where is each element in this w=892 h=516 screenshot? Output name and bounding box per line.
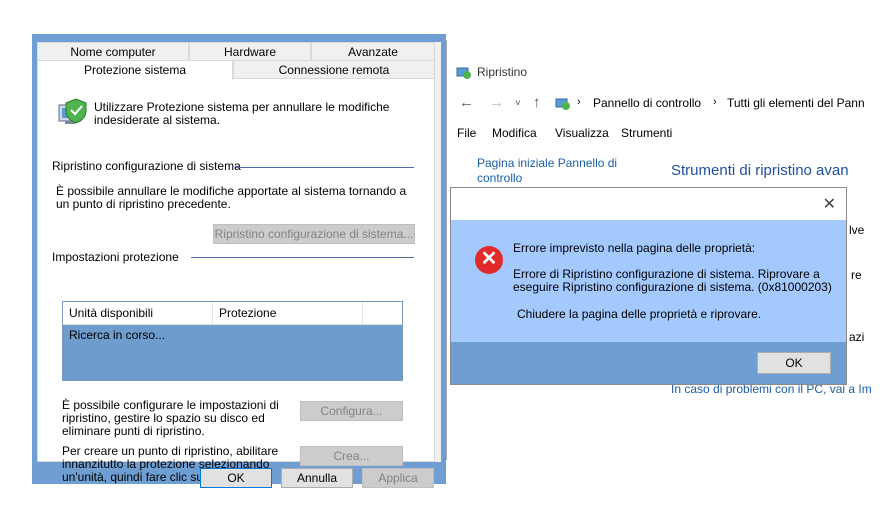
system-protection-icon bbox=[58, 98, 87, 124]
menu-view[interactable]: Visualizza bbox=[555, 124, 609, 142]
tab-computer-name[interactable]: Nome computer bbox=[37, 42, 189, 60]
drives-list[interactable]: Unità disponibili Protezione Ricerca in … bbox=[62, 301, 403, 381]
tab-hardware[interactable]: Hardware bbox=[189, 42, 311, 60]
tab-row-bottom: Protezione sistema Connessione remota bbox=[37, 60, 441, 80]
error-title: Errore imprevisto nella pagina delle pro… bbox=[513, 241, 756, 255]
error-icon: ✕ bbox=[475, 246, 503, 274]
partial-text-3: azi bbox=[849, 330, 865, 344]
column-available-drives[interactable]: Unità disponibili bbox=[63, 302, 213, 324]
tab-system-protection[interactable]: Protezione sistema bbox=[37, 60, 233, 80]
tab-advanced[interactable]: Avanzate bbox=[311, 42, 435, 60]
system-protection-page: Utilizzare Protezione sistema per annull… bbox=[37, 78, 435, 484]
menu-edit[interactable]: Modifica bbox=[492, 124, 537, 142]
intro-text: Utilizzare Protezione sistema per annull… bbox=[94, 100, 390, 127]
error-dialog-footer: OK bbox=[451, 342, 846, 384]
error-dialog-body: ✕ Errore imprevisto nella pagina delle p… bbox=[451, 220, 846, 342]
cancel-button[interactable]: Annulla bbox=[281, 468, 353, 488]
window-title: Ripristino bbox=[477, 65, 528, 79]
page-heading: Strumenti di ripristino avan bbox=[671, 162, 849, 179]
breadcrumb-all-items[interactable]: Tutti gli elementi del Pann bbox=[727, 96, 865, 110]
tab-row-top: Nome computer Hardware Avanzate bbox=[37, 42, 441, 60]
breadcrumb-separator-icon: › bbox=[713, 96, 717, 108]
menu-file[interactable]: File bbox=[457, 124, 476, 142]
back-arrow-icon[interactable]: ← bbox=[459, 94, 474, 111]
create-button[interactable]: Crea... bbox=[300, 446, 403, 466]
breadcrumb-control-panel[interactable]: Pannello di controllo bbox=[593, 96, 701, 110]
navigation-bar: ← → ˅ ↑ › Pannello di controllo › Tutti … bbox=[447, 92, 892, 116]
control-panel-home-link[interactable]: Pagina iniziale Pannello di controllo bbox=[477, 156, 627, 186]
error-dialog: ✕ ✕ Errore imprevisto nella pagina delle… bbox=[450, 187, 847, 385]
partial-text-2: re bbox=[851, 268, 862, 282]
ok-button[interactable]: OK bbox=[200, 468, 272, 488]
recent-locations-chevron-icon[interactable]: ˅ bbox=[515, 98, 521, 109]
menu-tools[interactable]: Strumenti bbox=[621, 124, 672, 142]
configure-description: È possibile configurare le impostazioni … bbox=[62, 398, 279, 438]
partial-text-1: lve bbox=[849, 223, 865, 237]
tab-remote-connection[interactable]: Connessione remota bbox=[233, 60, 435, 78]
up-arrow-icon[interactable]: ↑ bbox=[533, 94, 541, 111]
system-properties-window: Nome computer Hardware Avanzate Protezio… bbox=[32, 34, 446, 488]
error-hint: Chiudere la pagina delle proprietà e rip… bbox=[517, 307, 762, 321]
restore-group-label: Ripristino configurazione di sistema bbox=[52, 159, 241, 173]
error-ok-button[interactable]: OK bbox=[757, 352, 831, 374]
breadcrumb-separator-icon: › bbox=[577, 96, 581, 108]
forward-arrow-icon[interactable]: → bbox=[489, 94, 504, 111]
system-properties-client: Nome computer Hardware Avanzate Protezio… bbox=[37, 42, 441, 488]
configure-button[interactable]: Configura... bbox=[300, 401, 403, 421]
system-restore-button[interactable]: Ripristino configurazione di sistema... bbox=[213, 224, 415, 244]
column-protection[interactable]: Protezione bbox=[213, 302, 363, 324]
restore-group-divider bbox=[236, 167, 414, 168]
list-status: Ricerca in corso... bbox=[69, 328, 166, 342]
restore-description: È possibile annullare le modifiche appor… bbox=[56, 184, 407, 211]
protection-group-divider bbox=[191, 257, 414, 258]
recovery-app-icon bbox=[456, 67, 471, 79]
drives-list-header: Unità disponibili Protezione bbox=[63, 302, 402, 325]
error-message: Errore di Ripristino configurazione di s… bbox=[513, 267, 832, 294]
close-icon[interactable]: ✕ bbox=[823, 194, 836, 214]
protection-group-label: Impostazioni protezione bbox=[52, 250, 179, 264]
control-panel-icon bbox=[555, 98, 570, 110]
apply-button[interactable]: Applica bbox=[362, 468, 434, 488]
